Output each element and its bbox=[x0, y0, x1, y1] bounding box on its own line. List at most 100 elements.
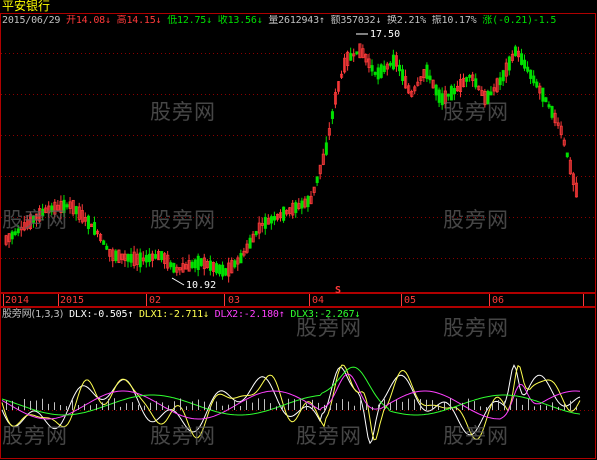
amplitude-value: 10.17% bbox=[441, 15, 477, 26]
candle-body bbox=[254, 231, 258, 236]
change-value: (-0.21) bbox=[492, 15, 533, 26]
down-arrow-icon: ↓ bbox=[104, 15, 111, 26]
quote-date: 2015/06/29 bbox=[2, 15, 61, 26]
candle-body bbox=[169, 262, 173, 268]
candle-body bbox=[501, 70, 505, 82]
low-marker-label: 10.92 bbox=[186, 280, 217, 291]
candle-body bbox=[102, 240, 106, 245]
candle-body bbox=[196, 255, 200, 270]
close-value: 13.56 bbox=[227, 15, 257, 26]
candle-body bbox=[114, 250, 118, 262]
candle-body bbox=[428, 75, 432, 81]
candle-body bbox=[547, 104, 551, 108]
down-arrow-icon: ↓ bbox=[256, 15, 263, 26]
candle-body bbox=[147, 253, 151, 262]
candle-body bbox=[373, 71, 377, 75]
candle-body bbox=[382, 65, 386, 73]
dlx2-label: DLX2: bbox=[214, 309, 244, 320]
candle-body bbox=[221, 264, 225, 277]
volume-value: 2612943 bbox=[278, 15, 319, 26]
candle-body bbox=[376, 67, 380, 80]
candle-body bbox=[144, 254, 148, 263]
watermark: 股旁网 bbox=[443, 100, 509, 124]
candle-body bbox=[523, 59, 527, 69]
candle-body bbox=[324, 142, 328, 155]
up-arrow-icon: ↑ bbox=[318, 15, 325, 26]
candle-body bbox=[263, 216, 267, 229]
s-signal-marker: S bbox=[335, 285, 342, 296]
candle-body bbox=[233, 260, 237, 268]
candle-body bbox=[193, 259, 197, 269]
candle-body bbox=[498, 77, 502, 86]
dlx2-value: -2.180 bbox=[243, 309, 279, 320]
candle-body bbox=[529, 69, 533, 79]
dlx3-label: DLX3: bbox=[290, 309, 320, 320]
candle-body bbox=[269, 216, 273, 224]
watermark: 股旁网 bbox=[443, 208, 509, 232]
candle-body bbox=[224, 268, 228, 276]
candle-body bbox=[218, 264, 222, 275]
candle-body bbox=[565, 152, 569, 158]
time-axis-label: 06 bbox=[492, 295, 505, 306]
candle-body bbox=[425, 64, 429, 79]
candle-body bbox=[370, 65, 374, 72]
change-pct: -1.5 bbox=[532, 15, 557, 26]
time-axis-label: 2014 bbox=[5, 295, 30, 306]
candle-body bbox=[74, 206, 78, 215]
watermark: 股旁网 bbox=[2, 424, 68, 448]
candle-body bbox=[391, 54, 395, 70]
candle-body bbox=[306, 195, 310, 208]
down-arrow-icon: ↓ bbox=[155, 15, 162, 26]
high-marker-label: 17.50 bbox=[370, 29, 401, 40]
close-label: 收 bbox=[217, 15, 228, 26]
watermark: 股旁网 bbox=[443, 316, 509, 340]
candle-body bbox=[520, 53, 524, 65]
candle-body bbox=[349, 53, 353, 61]
candle-body bbox=[437, 89, 441, 103]
candle-body bbox=[248, 237, 252, 249]
down-arrow-icon: ↓ bbox=[354, 309, 361, 320]
indicator-name: 股旁网(1,3,3) bbox=[2, 309, 64, 320]
candle-body bbox=[129, 253, 133, 263]
candle-body bbox=[379, 64, 383, 78]
candle-body bbox=[199, 258, 203, 266]
turnover-label: 换 bbox=[386, 15, 397, 26]
candle-body bbox=[507, 56, 511, 71]
time-axis-label: 04 bbox=[312, 295, 325, 306]
turnover-value: 2.21% bbox=[396, 15, 426, 26]
down-arrow-icon: ↓ bbox=[203, 309, 209, 320]
candle-body bbox=[541, 87, 545, 102]
watermark: 股旁网 bbox=[2, 208, 68, 232]
change-label: 涨 bbox=[482, 15, 493, 26]
candle-body bbox=[550, 105, 554, 118]
candle-body bbox=[272, 216, 276, 221]
watermark: 股旁网 bbox=[150, 208, 216, 232]
dlx-label: DLX: bbox=[69, 309, 93, 320]
candle-body bbox=[138, 252, 142, 268]
candle-body bbox=[489, 91, 493, 96]
down-arrow-icon: ↓ bbox=[206, 15, 212, 26]
candle-body bbox=[239, 253, 243, 264]
watermark: 股旁网 bbox=[443, 424, 509, 448]
candle-body bbox=[398, 64, 402, 72]
time-axis-label: 03 bbox=[228, 295, 241, 306]
stock-name[interactable]: 平安银行 bbox=[2, 0, 50, 13]
low-value: 12.75 bbox=[177, 15, 207, 26]
up-arrow-icon: ↑ bbox=[278, 309, 285, 320]
candle-body bbox=[154, 254, 158, 259]
amount-value: 357032 bbox=[340, 15, 376, 26]
candle-body bbox=[215, 263, 219, 274]
candle-body bbox=[300, 200, 304, 209]
indicator-header[interactable]: 股旁网(1,3,3) DLX:-0.505↑ DLX1:-2.711↓ DLX2… bbox=[2, 309, 360, 321]
candle-body bbox=[355, 51, 359, 55]
candle-body bbox=[401, 69, 405, 82]
candle-body bbox=[86, 215, 90, 229]
candle-body bbox=[388, 62, 392, 66]
time-axis-label: 02 bbox=[149, 295, 162, 306]
candle-body bbox=[330, 111, 334, 119]
amplitude-label: 振 bbox=[431, 15, 442, 26]
time-axis-label: 05 bbox=[404, 295, 417, 306]
candle-body bbox=[93, 222, 97, 235]
time-axis-label: 2015 bbox=[60, 295, 85, 306]
candle-body bbox=[282, 206, 286, 221]
